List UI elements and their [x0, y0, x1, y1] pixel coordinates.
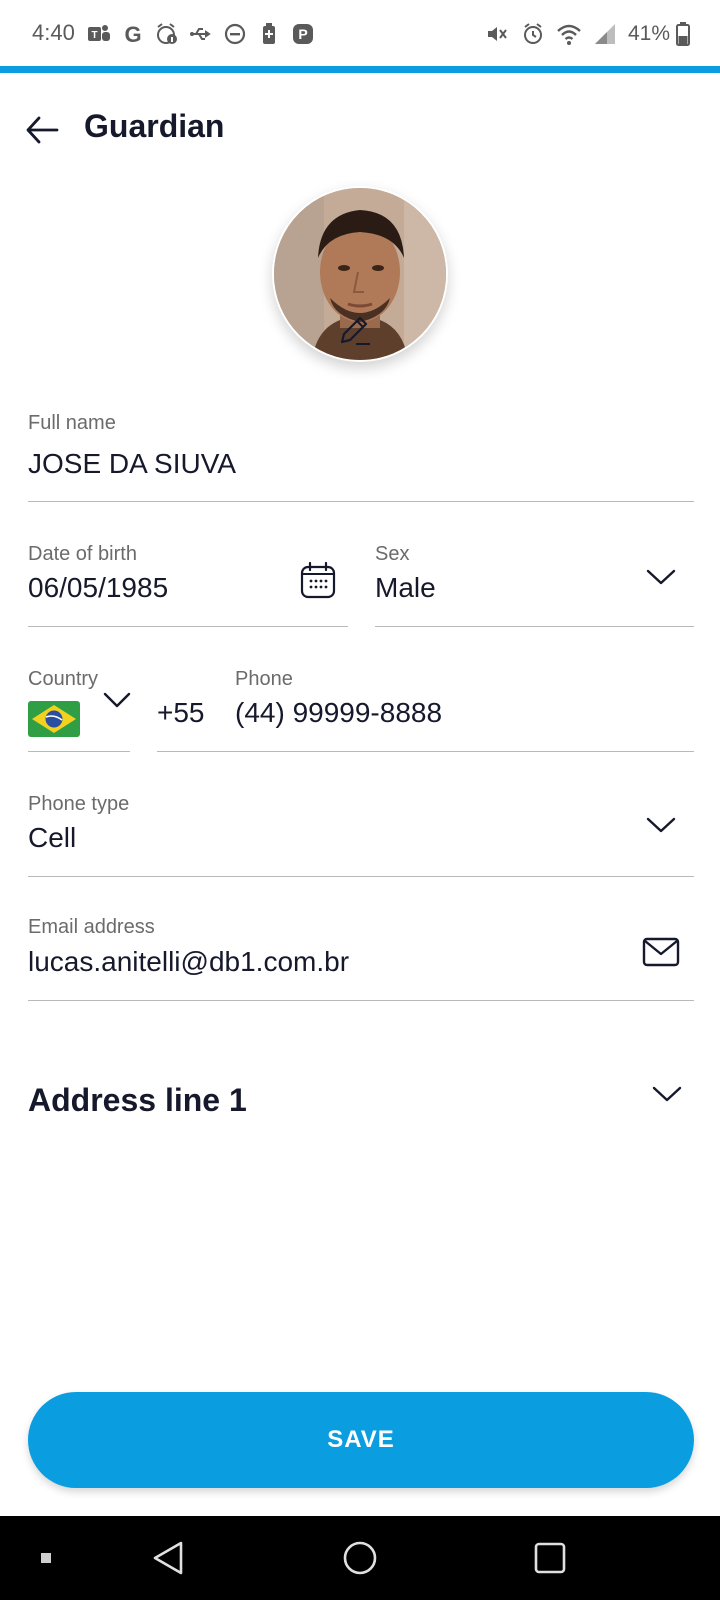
system-navigation-bar: [0, 1516, 720, 1600]
chevron-down-icon[interactable]: [652, 1084, 686, 1118]
sex-select[interactable]: Sex Male: [375, 536, 694, 627]
avatar-button[interactable]: [272, 186, 448, 362]
alarm-icon: [520, 21, 546, 47]
phone-label: Phone: [235, 668, 293, 690]
country-select[interactable]: Country: [28, 661, 132, 752]
back-button[interactable]: [22, 110, 62, 150]
wifi-icon: [556, 21, 582, 47]
nav-indicator-icon: [24, 1536, 68, 1580]
email-field[interactable]: Email address lucas.anitelli@db1.com.br: [28, 910, 694, 1001]
date-of-birth-value[interactable]: 06/05/1985: [28, 572, 168, 604]
full-name-label: Full name: [28, 412, 116, 434]
mail-icon: [640, 934, 682, 970]
vibrate-mute-icon: [484, 21, 510, 47]
phone-value[interactable]: (44) 99999-8888: [235, 697, 442, 729]
full-name-value[interactable]: JOSE DA SIUVA: [28, 448, 236, 480]
status-bar: 4:40 T G P 41%: [0, 0, 720, 66]
address-line-1-title: Address line 1: [28, 1082, 247, 1118]
country-label: Country: [28, 668, 99, 690]
alarm-info-icon: [154, 21, 180, 47]
email-value[interactable]: lucas.anitelli@db1.com.br: [28, 946, 349, 978]
save-button[interactable]: SAVE: [28, 1392, 694, 1488]
nav-back-icon[interactable]: [146, 1536, 190, 1580]
status-icons-left: T G P: [86, 20, 316, 48]
email-label: Email address: [28, 916, 155, 938]
status-icons-right: 41%: [484, 20, 670, 48]
teams-icon: T: [86, 21, 112, 47]
chevron-down-icon[interactable]: [644, 560, 678, 594]
brazil-flag-icon[interactable]: [28, 701, 80, 737]
date-of-birth-field[interactable]: Date of birth 06/05/1985: [28, 536, 348, 627]
chevron-down-icon[interactable]: [102, 685, 132, 715]
svg-text:P: P: [298, 26, 307, 42]
status-time: 4:40: [32, 20, 75, 45]
phone-type-value[interactable]: Cell: [28, 822, 76, 854]
phone-type-label: Phone type: [28, 793, 130, 815]
nav-recents-icon[interactable]: [528, 1536, 572, 1580]
arrow-left-icon: [26, 116, 59, 144]
phone-field[interactable]: Phone +55 (44) 99999-8888: [157, 661, 694, 752]
battery-percent: 41%: [627, 22, 670, 45]
svg-text:T: T: [91, 30, 97, 41]
page-title: Guardian: [84, 108, 225, 144]
accent-line: [0, 66, 720, 73]
nav-home-icon[interactable]: [338, 1536, 382, 1580]
battery-icon: [676, 22, 690, 46]
usb-icon: [188, 21, 214, 47]
svg-text:G: G: [124, 22, 141, 46]
edit-pencil-icon[interactable]: [334, 310, 376, 352]
battery-saver-icon: [256, 21, 282, 47]
app-p-icon: P: [290, 21, 316, 47]
chevron-down-icon[interactable]: [644, 808, 678, 842]
full-name-field[interactable]: Full name JOSE DA SIUVA: [28, 412, 694, 502]
calendar-icon[interactable]: [298, 560, 338, 600]
signal-icon: [592, 21, 618, 47]
phone-prefix: +55: [157, 697, 205, 728]
sex-value[interactable]: Male: [375, 572, 436, 604]
date-of-birth-label: Date of birth: [28, 543, 137, 565]
phone-type-select[interactable]: Phone type Cell: [28, 786, 694, 877]
address-line-1-section[interactable]: Address line 1: [28, 1070, 694, 1130]
sex-label: Sex: [375, 543, 410, 565]
app-header: Guardian: [0, 90, 720, 166]
google-icon: G: [120, 21, 146, 47]
do-not-disturb-icon: [222, 21, 248, 47]
